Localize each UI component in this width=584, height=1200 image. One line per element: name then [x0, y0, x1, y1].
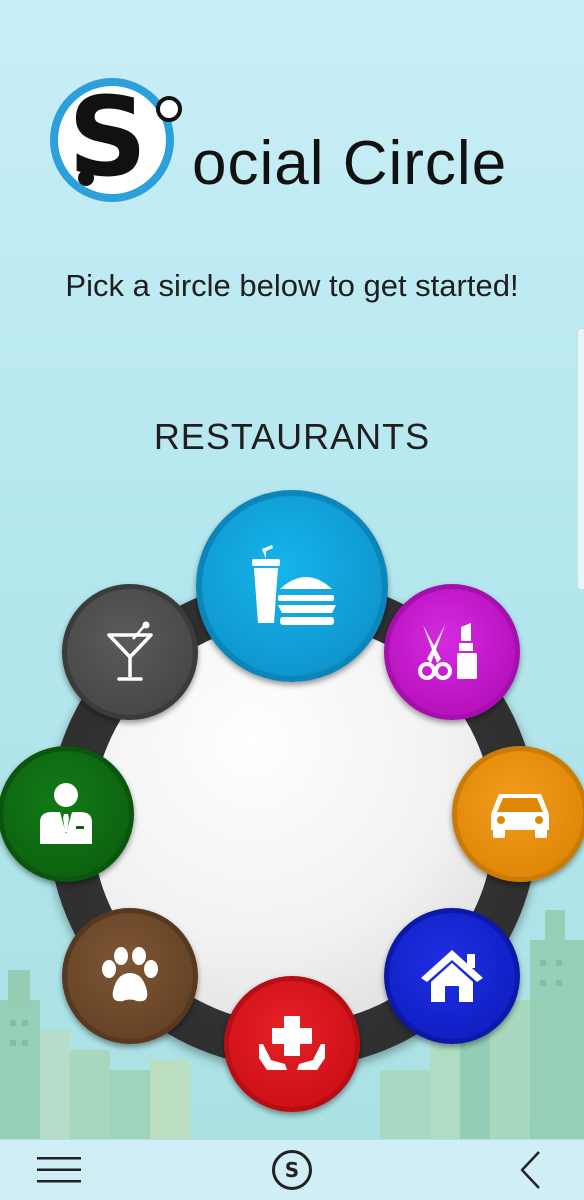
hamburger-menu-icon	[37, 1157, 81, 1183]
circle-restaurants-button[interactable]	[196, 490, 388, 682]
home-icon-letter: S	[284, 1158, 300, 1182]
social-circle-home-icon: S	[272, 1150, 312, 1190]
circle-health-button[interactable]	[224, 976, 360, 1112]
app-logo: S ocial Circle	[50, 73, 540, 218]
paw-icon	[102, 947, 158, 1002]
edge-panel-handle[interactable]	[577, 328, 584, 590]
logo-orbit-dot	[156, 96, 182, 122]
back-button[interactable]	[500, 1140, 560, 1200]
car-icon	[491, 794, 549, 838]
health-care-icon	[259, 1016, 325, 1070]
circle-beauty-button[interactable]	[384, 584, 520, 720]
circle-nightlife-button[interactable]	[62, 584, 198, 720]
house-icon	[421, 950, 483, 1002]
cocktail-icon	[107, 621, 153, 681]
app-title: ocial Circle	[192, 129, 508, 198]
circle-auto-button[interactable]	[452, 746, 584, 882]
logo-dot	[78, 170, 94, 186]
back-chevron-icon	[520, 1151, 540, 1189]
circle-pets-button[interactable]	[62, 908, 198, 1044]
restaurant-icon	[252, 545, 336, 625]
tagline: Pick a sircle below to get started!	[65, 268, 519, 303]
beauty-icon	[418, 623, 477, 680]
home-button[interactable]: S	[262, 1140, 322, 1200]
menu-button[interactable]	[26, 1140, 92, 1200]
selected-category-label: RESTAURANTS	[153, 416, 431, 457]
businessman-icon	[40, 783, 92, 844]
circle-professionals-button[interactable]	[0, 746, 134, 882]
system-navigation-bar: S	[0, 1139, 584, 1200]
circle-home-button[interactable]	[384, 908, 520, 1044]
